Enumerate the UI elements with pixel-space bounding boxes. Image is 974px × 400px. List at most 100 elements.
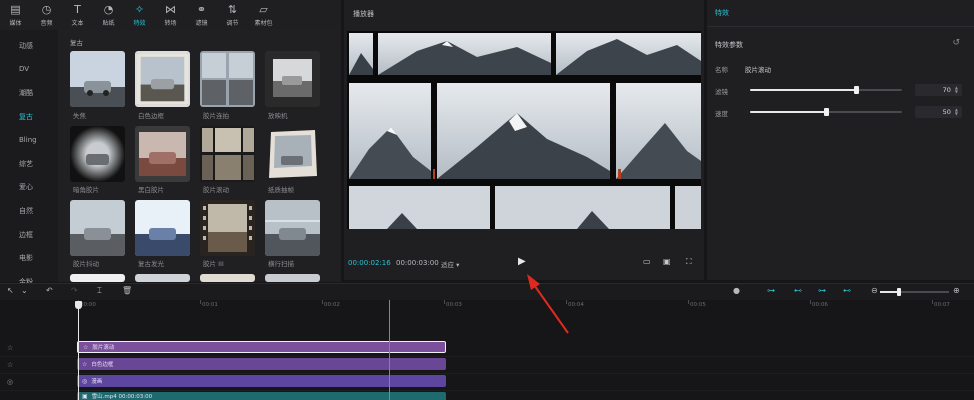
clip-label: 白色边框 (91, 362, 114, 368)
ratio-select[interactable]: 适应 ▾ (441, 259, 459, 269)
effect-thumb-white-border[interactable] (135, 51, 190, 107)
effect-thumb-retro-glow[interactable] (135, 200, 190, 256)
effect-thumb-partial[interactable] (265, 274, 320, 282)
toolbar-text[interactable]: T 文本 (62, 0, 93, 30)
clip-label: 漫画 (91, 379, 103, 385)
effect-preview-image (265, 274, 320, 282)
toolbar-media[interactable]: ▤ 媒体 (0, 0, 31, 30)
effect-thumb-burst[interactable] (200, 51, 255, 107)
zoom-in-icon[interactable]: ⊕ (953, 286, 960, 295)
effect-thumb-vignette[interactable] (70, 126, 125, 182)
category-dv[interactable]: DV (0, 58, 58, 82)
effect-thumb-partial[interactable] (135, 274, 190, 282)
zoom-out-icon[interactable]: ⊖ (871, 286, 878, 295)
effect-preview-image (135, 274, 190, 282)
toolbar-filter[interactable]: ⚭ 滤镜 (186, 0, 217, 30)
effect-thumb-projector[interactable] (265, 51, 320, 107)
current-time: 00:00:02:16 (348, 259, 391, 267)
effect-preview-image (135, 126, 190, 182)
effect-thumb-scanline[interactable] (265, 200, 320, 256)
speed-slider[interactable] (750, 108, 902, 116)
effect-thumb-partial[interactable] (200, 274, 255, 282)
speed-value-input[interactable]: 50 ▲ ▼ (915, 106, 962, 118)
effect-thumb-film-iii[interactable] (200, 200, 255, 256)
undo-icon[interactable]: ↶ (46, 286, 53, 295)
filter-value-input[interactable]: 70 ▲ ▼ (915, 84, 962, 96)
timeline-ruler[interactable]: 00:00 00:01 00:02 00:03 00:04 00:05 00:0… (0, 300, 974, 314)
slider-handle[interactable] (854, 86, 860, 94)
category-bling[interactable]: Bling (0, 128, 58, 152)
playhead-line (78, 302, 79, 400)
param-label-speed: 速度 (715, 110, 728, 118)
slider-handle[interactable] (824, 108, 829, 116)
redo-icon[interactable]: ↷ (71, 286, 78, 295)
effect-thumb-film-scroll[interactable] (200, 126, 255, 182)
effect-category-list: 动感 DV 潮酷 复古 Bling 综艺 爱心 自然 边框 电影 金粉 (0, 30, 58, 286)
effect-thumb-blur[interactable] (70, 51, 125, 107)
slider-fill (750, 89, 857, 91)
category-retro[interactable]: 复古 (0, 105, 58, 129)
effect-thumb-paper-frame[interactable] (265, 126, 320, 182)
effect-label: 胶片滚动 (203, 186, 229, 194)
tick-mark (444, 300, 445, 304)
playhead-handle[interactable] (75, 301, 82, 309)
star-icon: ☆ (7, 344, 14, 352)
play-button[interactable]: ▶ (518, 256, 526, 267)
category-dynamic[interactable]: 动感 (0, 34, 58, 58)
toolbar-adjust[interactable]: ⇅ 调节 (217, 0, 248, 30)
speed-value: 50 (942, 108, 951, 116)
category-movie[interactable]: 电影 (0, 246, 58, 270)
media-icon: ▤ (10, 2, 21, 16)
effect-thumb-partial[interactable] (70, 274, 125, 282)
preview-axis-icon[interactable]: ⊷ (843, 286, 851, 295)
delete-icon[interactable]: 🗑 (122, 286, 132, 295)
linkage-icon[interactable]: ⊶ (818, 286, 826, 295)
effect-preview-image (70, 274, 125, 282)
category-trendy[interactable]: 潮酷 (0, 81, 58, 105)
total-time: 00:00:03:00 (396, 259, 439, 267)
toolbar-sticker[interactable]: ◔ 贴纸 (93, 0, 124, 30)
toolbar-package[interactable]: ▱ 素材包 (248, 0, 279, 30)
effect-preview-image (70, 51, 125, 107)
fullscreen-button[interactable]: ⛶ (686, 257, 692, 267)
tick-mark (322, 300, 323, 304)
filter-clip-comic[interactable]: ◎ 漫画 (77, 375, 446, 387)
zoom-handle[interactable] (897, 288, 902, 296)
effect-preview-image (265, 200, 320, 256)
category-nature[interactable]: 自然 (0, 199, 58, 223)
waveform-icon: ▭ (643, 257, 651, 266)
link-main-track-icon[interactable]: ⊶ (767, 286, 775, 295)
video-icon: ▣ (82, 392, 88, 400)
effect-thumb-bw-film[interactable] (135, 126, 190, 182)
effect-clip-film-scroll[interactable]: ☆ 胶片滚动 (77, 341, 446, 353)
select-tool-icon[interactable]: ↖ (7, 286, 14, 295)
video-preview[interactable] (347, 31, 701, 229)
stepper-icon[interactable]: ▲ ▼ (955, 86, 958, 94)
category-love[interactable]: 爱心 (0, 176, 58, 200)
toolbar-transition[interactable]: ⋈ 转场 (155, 0, 186, 30)
split-icon[interactable]: ⌶ (97, 286, 102, 296)
video-clip-snow-mountain[interactable]: ▣ 雪山.mp4 00:00:03:00 (77, 392, 446, 400)
player-title: 播放器 (353, 10, 374, 18)
zoom-slider[interactable] (880, 288, 949, 296)
stepper-icon[interactable]: ▲ ▼ (955, 108, 958, 116)
effect-thumb-film-shake[interactable] (70, 200, 125, 256)
ratio-icon: ▣ (663, 257, 671, 266)
properties-tab[interactable]: 特效 (715, 8, 729, 18)
chevron-down-icon[interactable]: ⌄ (21, 286, 28, 295)
toolbar-audio[interactable]: ◷ 音频 (31, 0, 62, 30)
category-variety[interactable]: 综艺 (0, 152, 58, 176)
category-border[interactable]: 边框 (0, 223, 58, 247)
filter-slider[interactable] (750, 86, 902, 94)
effect-clip-white-border[interactable]: ☆ 白色边框 (77, 358, 446, 370)
param-label-filter: 滤镜 (715, 88, 728, 96)
waveform-button[interactable]: ▭ (643, 257, 651, 266)
properties-panel: 特效 特效参数 ↺ 名称 胶片滚动 滤镜 70 ▲ ▼ 速度 50 ▲ ▼ (707, 0, 974, 280)
original-ratio-button[interactable]: ▣ (663, 257, 671, 266)
toolbar-effects[interactable]: ✧ 特效 (124, 0, 155, 30)
effect-preview-image (200, 274, 255, 282)
reset-button[interactable]: ↺ (952, 38, 960, 48)
microphone-icon[interactable]: ● (733, 286, 740, 295)
magnet-icon[interactable]: ⊷ (794, 286, 802, 295)
tick-mark (200, 300, 201, 304)
